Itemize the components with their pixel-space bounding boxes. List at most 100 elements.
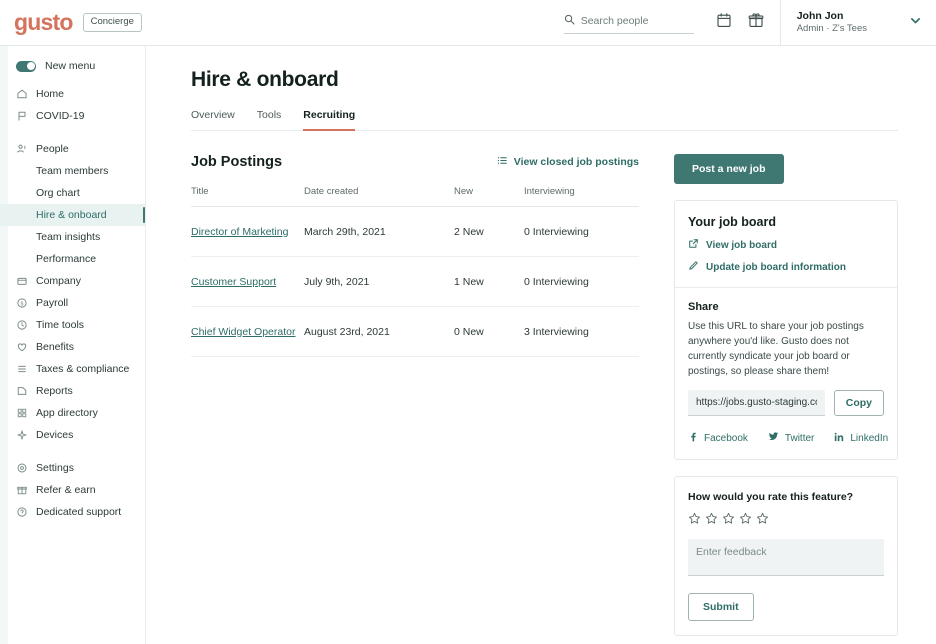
- sidebar-item-covid-19[interactable]: COVID-19: [0, 105, 145, 127]
- gusto-logo[interactable]: gusto: [14, 11, 73, 34]
- feedback-textarea[interactable]: [688, 539, 884, 576]
- sidebar-item-settings[interactable]: Settings: [0, 457, 145, 479]
- sidebar-label: Hire & onboard: [36, 209, 107, 221]
- aside-column: Post a new job Your job board View job b…: [674, 154, 898, 644]
- star-icon-1[interactable]: [688, 512, 701, 530]
- support-icon: [16, 506, 28, 518]
- sidebar-label: App directory: [36, 407, 98, 419]
- sidebar-item-payroll[interactable]: $ Payroll: [0, 292, 145, 314]
- column-header-date-created: Date created: [304, 186, 454, 207]
- column-header-title: Title: [191, 186, 304, 207]
- feedback-actions: Submit: [688, 581, 884, 621]
- share-facebook-link[interactable]: Facebook: [688, 431, 748, 445]
- tab-tools[interactable]: Tools: [257, 109, 282, 131]
- toggle-knob: [27, 62, 35, 70]
- sidebar-item-app-directory[interactable]: App directory: [0, 402, 145, 424]
- share-twitter-link[interactable]: Twitter: [768, 431, 814, 445]
- tab-recruiting[interactable]: Recruiting: [303, 109, 355, 131]
- top-bar: gusto Concierge John Jon Admin · Z's Tee…: [0, 0, 936, 46]
- star-icon-4[interactable]: [739, 512, 752, 530]
- tab-overview[interactable]: Overview: [191, 109, 235, 131]
- sidebar-item-people[interactable]: People: [0, 138, 145, 160]
- grid-icon: [16, 407, 28, 419]
- card-divider: [675, 287, 897, 288]
- table-row: Customer Support July 9th, 2021 1 New 0 …: [191, 257, 639, 307]
- job-posting-link[interactable]: Director of Marketing: [191, 226, 288, 238]
- toggle-switch[interactable]: [16, 61, 36, 72]
- user-name: John Jon: [797, 9, 867, 23]
- star-icon-5[interactable]: [756, 512, 769, 530]
- sidebar-gap: [0, 127, 145, 138]
- star-icon-2[interactable]: [705, 512, 718, 530]
- job-posting-link[interactable]: Customer Support: [191, 276, 276, 288]
- sidebar-item-benefits[interactable]: Benefits: [0, 336, 145, 358]
- home-icon: [16, 88, 28, 100]
- feedback-card: How would you rate this feature? Submit: [674, 476, 898, 636]
- sidebar-label: Taxes & compliance: [36, 363, 129, 375]
- sidebar: New menu Home COVID-19 People Team membe…: [0, 46, 146, 644]
- update-job-board-link[interactable]: Update job board information: [688, 260, 884, 274]
- gift-icon[interactable]: [748, 12, 764, 33]
- sidebar-item-team-members[interactable]: Team members: [0, 160, 145, 182]
- brand: gusto Concierge: [14, 11, 142, 34]
- sidebar-item-company[interactable]: Company: [0, 270, 145, 292]
- sidebar-item-hire-and-onboard[interactable]: Hire & onboard: [0, 204, 145, 226]
- social-share-links: Facebook Twitter: [688, 431, 884, 445]
- concierge-badge[interactable]: Concierge: [83, 13, 142, 32]
- search-input[interactable]: [581, 15, 694, 27]
- sidebar-item-refer-and-earn[interactable]: Refer & earn: [0, 479, 145, 501]
- sidebar-item-reports[interactable]: Reports: [0, 380, 145, 402]
- device-icon: [16, 429, 28, 441]
- chevron-down-icon[interactable]: [909, 14, 922, 32]
- user-role: Admin · Z's Tees: [797, 23, 867, 36]
- star-icon-3[interactable]: [722, 512, 735, 530]
- clock-icon: [16, 319, 28, 331]
- sidebar-item-time-tools[interactable]: Time tools: [0, 314, 145, 336]
- cell-date: July 9th, 2021: [304, 257, 454, 307]
- payroll-icon: $: [16, 297, 28, 309]
- share-url-input[interactable]: [688, 390, 825, 416]
- sidebar-label: Devices: [36, 429, 73, 441]
- share-twitter-label: Twitter: [785, 433, 814, 444]
- sidebar-item-dedicated-support[interactable]: Dedicated support: [0, 501, 145, 523]
- sidebar-item-taxes-and-compliance[interactable]: Taxes & compliance: [0, 358, 145, 380]
- user-menu[interactable]: John Jon Admin · Z's Tees: [780, 0, 922, 46]
- sidebar-label: Benefits: [36, 341, 74, 353]
- cell-title: Director of Marketing: [191, 207, 304, 257]
- sidebar-label: Company: [36, 275, 81, 287]
- sidebar-label: Settings: [36, 462, 74, 474]
- sidebar-label: Org chart: [36, 187, 80, 199]
- copy-button[interactable]: Copy: [834, 390, 884, 416]
- new-menu-toggle[interactable]: New menu: [0, 56, 145, 76]
- sidebar-item-performance[interactable]: Performance: [0, 248, 145, 270]
- job-posting-link[interactable]: Chief Widget Operator: [191, 326, 295, 338]
- share-title: Share: [688, 301, 884, 313]
- sidebar-label: Home: [36, 88, 64, 100]
- sidebar-item-devices[interactable]: Devices: [0, 424, 145, 446]
- star-rating[interactable]: [688, 512, 884, 530]
- view-job-board-link[interactable]: View job board: [688, 238, 884, 252]
- share-url-row: Copy: [688, 390, 884, 416]
- heart-icon: [16, 341, 28, 353]
- search-box[interactable]: [564, 12, 694, 34]
- linkedin-icon: [834, 432, 844, 445]
- job-board-card: Your job board View job board Update jo: [674, 200, 898, 460]
- flag-icon: [16, 110, 28, 122]
- sidebar-label: Team members: [36, 165, 108, 177]
- sidebar-item-team-insights[interactable]: Team insights: [0, 226, 145, 248]
- sidebar-label: Team insights: [36, 231, 100, 243]
- share-linkedin-link[interactable]: LinkedIn: [834, 431, 888, 445]
- submit-button[interactable]: Submit: [688, 593, 754, 621]
- cell-date: August 23rd, 2021: [304, 307, 454, 357]
- postings-header: Job Postings View closed job postings: [191, 154, 639, 170]
- view-closed-postings-link[interactable]: View closed job postings: [497, 155, 639, 169]
- calendar-icon[interactable]: [716, 12, 732, 33]
- list-icon: [497, 155, 508, 169]
- cell-interviewing: 0 Interviewing: [524, 207, 639, 257]
- cell-new: 2 New: [454, 207, 524, 257]
- sidebar-label: Dedicated support: [36, 506, 121, 518]
- sidebar-item-org-chart[interactable]: Org chart: [0, 182, 145, 204]
- company-icon: [16, 275, 28, 287]
- post-a-new-job-button[interactable]: Post a new job: [674, 154, 784, 184]
- sidebar-item-home[interactable]: Home: [0, 83, 145, 105]
